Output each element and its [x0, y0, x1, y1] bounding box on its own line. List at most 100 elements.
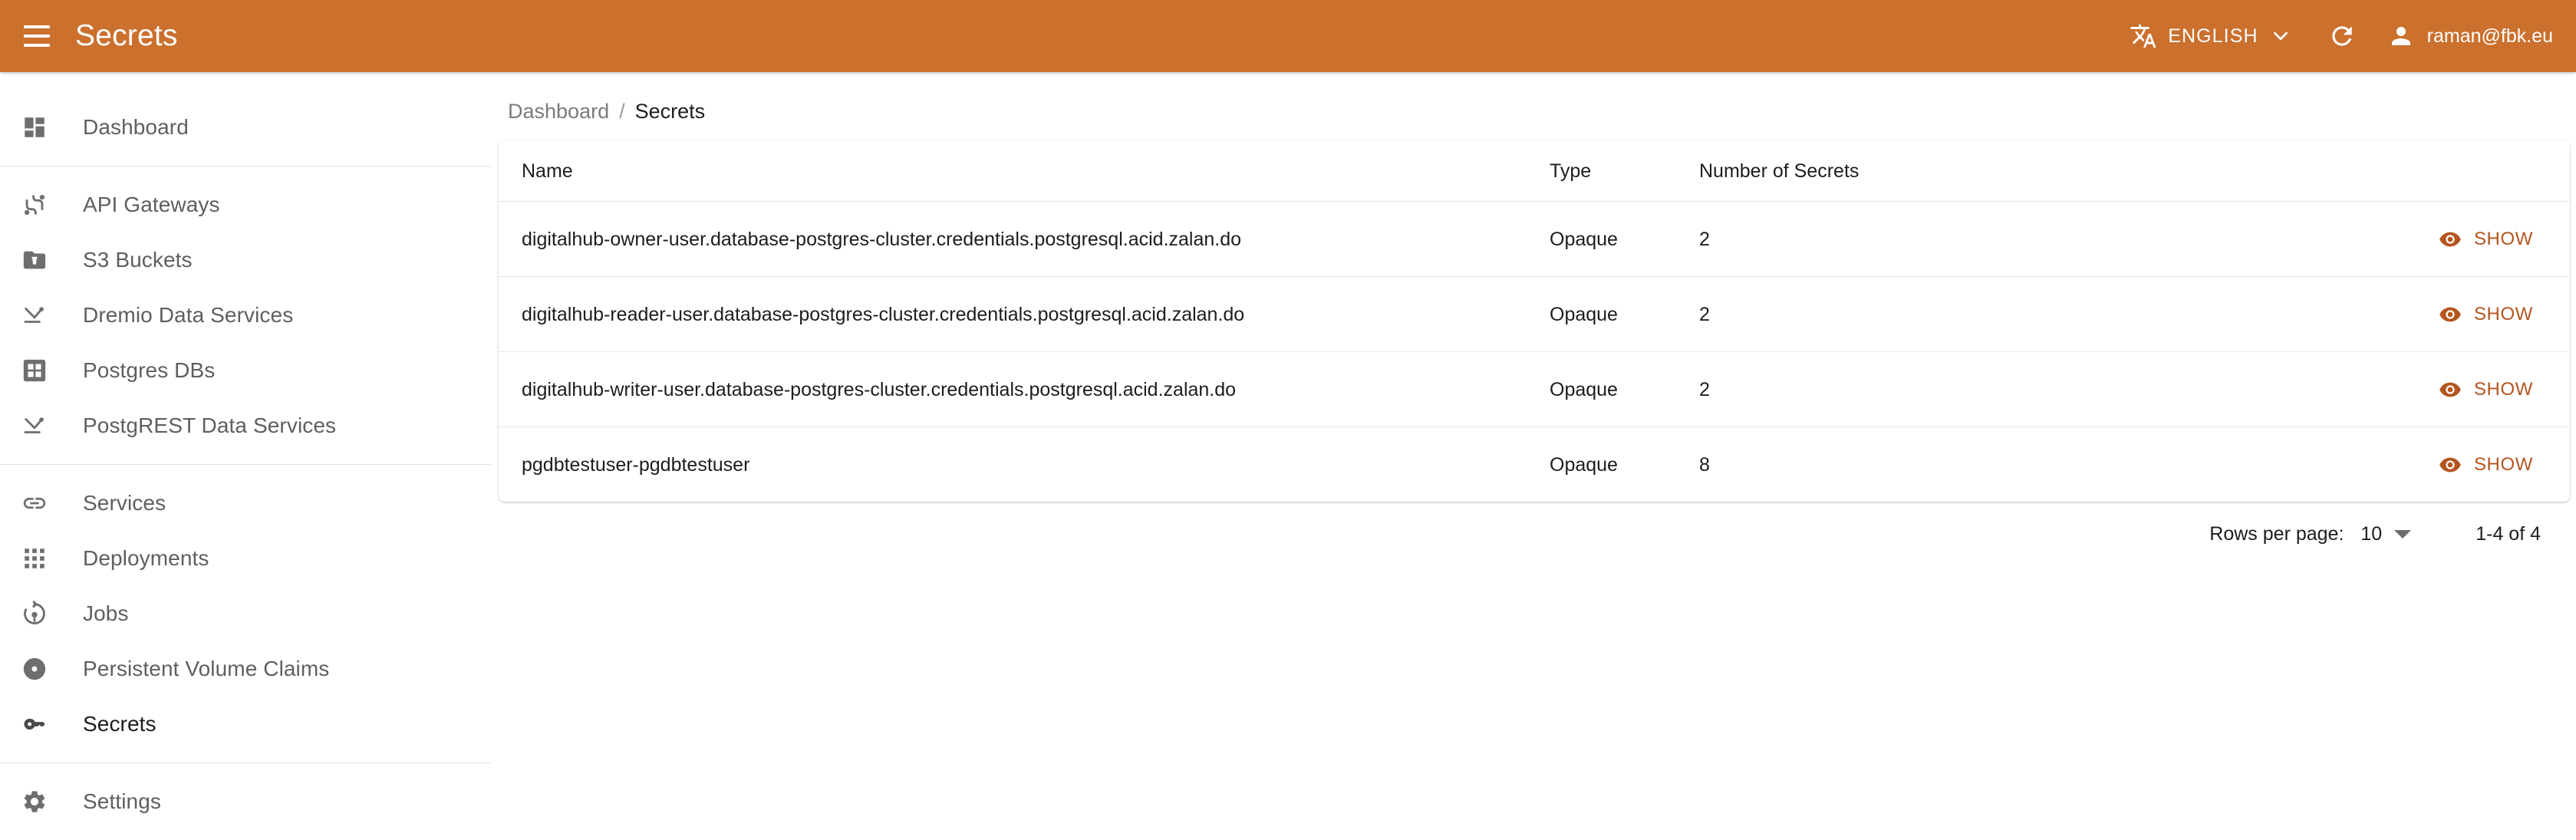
hamburger-line [24, 25, 50, 28]
hamburger-line [24, 35, 50, 38]
sidebar-group-main: Dashboard [0, 89, 491, 166]
cell-secret-name: digitalhub-owner-user.database-postgres-… [499, 202, 1550, 277]
rows-per-page-select[interactable]: 10 [2360, 523, 2411, 545]
cell-secret-type: Opaque [1550, 427, 1699, 502]
column-header-number-of-secrets: Number of Secrets [1699, 140, 2144, 202]
sidebar-item-dashboard[interactable]: Dashboard [0, 100, 491, 155]
table-head: Name Type Number of Secrets [499, 140, 2570, 202]
eye-icon [2439, 303, 2462, 326]
sidebar-item-persistent-volume-claims[interactable]: Persistent Volume Claims [0, 641, 491, 697]
sidebar-item-postgres-dbs[interactable]: Postgres DBs [0, 343, 491, 398]
data-land-arrow-icon [21, 302, 61, 328]
table-row[interactable]: digitalhub-reader-user.database-postgres… [499, 277, 2570, 352]
sidebar-item-label: Services [83, 491, 166, 516]
cell-secret-count: 8 [1699, 427, 2144, 502]
gear-icon [21, 789, 61, 815]
language-label: ENGLISH [2168, 25, 2258, 48]
cell-actions: SHOW [2144, 352, 2570, 427]
breadcrumb-current: Secrets [635, 100, 706, 124]
column-header-actions [2144, 140, 2570, 202]
cell-secret-name: digitalhub-reader-user.database-postgres… [499, 277, 1550, 352]
job-cycle-icon [21, 601, 61, 627]
refresh-icon [2327, 21, 2357, 51]
sidebar: Dashboard API Gateways [0, 72, 491, 833]
cell-secret-name: digitalhub-writer-user.database-postgres… [499, 352, 1550, 427]
main-content: Dashboard / Secrets Name Type Number of … [491, 72, 2576, 833]
column-header-name: Name [499, 140, 1550, 202]
sidebar-item-label: Deployments [83, 546, 209, 571]
table-body: digitalhub-owner-user.database-postgres-… [499, 202, 2570, 502]
table-row[interactable]: digitalhub-owner-user.database-postgres-… [499, 202, 2570, 277]
sidebar-item-label: PostgREST Data Services [83, 413, 336, 438]
eye-icon [2439, 378, 2462, 401]
sidebar-item-dremio-data-services[interactable]: Dremio Data Services [0, 288, 491, 343]
sidebar-item-label: Persistent Volume Claims [83, 657, 329, 681]
sidebar-item-secrets[interactable]: Secrets [0, 697, 491, 752]
rows-per-page-label: Rows per page: [2209, 523, 2344, 545]
grid-table-icon [21, 357, 61, 384]
refresh-button[interactable] [2318, 12, 2366, 60]
sidebar-item-services[interactable]: Services [0, 476, 491, 531]
sidebar-item-label: Settings [83, 789, 161, 814]
show-secret-button[interactable]: SHOW [2433, 223, 2539, 255]
api-gateway-route-icon [21, 192, 61, 218]
sidebar-item-label: API Gateways [83, 193, 220, 217]
sidebar-item-label: Secrets [83, 712, 156, 736]
cell-secret-count: 2 [1699, 202, 2144, 277]
app-bar: Secrets ENGLISH [0, 0, 2576, 72]
sidebar-item-label: Dremio Data Services [83, 303, 293, 328]
sidebar-item-api-gateways[interactable]: API Gateways [0, 177, 491, 232]
sidebar-item-label: Dashboard [83, 115, 189, 140]
sidebar-item-deployments[interactable]: Deployments [0, 531, 491, 586]
hamburger-line [24, 44, 50, 47]
sidebar-item-settings[interactable]: Settings [0, 774, 491, 829]
rows-per-page-value: 10 [2360, 523, 2382, 545]
dashboard-icon [21, 114, 61, 140]
cell-actions: SHOW [2144, 427, 2570, 502]
cell-actions: SHOW [2144, 277, 2570, 352]
show-secret-label: SHOW [2474, 379, 2533, 400]
hamburger-menu-icon[interactable] [21, 21, 52, 51]
chevron-down-icon [2394, 530, 2411, 539]
bucket-folder-icon [21, 247, 61, 273]
translate-icon [2130, 22, 2157, 50]
show-secret-label: SHOW [2474, 304, 2533, 325]
sidebar-group-resources: API Gateways S3 Buckets Dremio Data [0, 166, 491, 464]
pagination-range-label: 1-4 of 4 [2476, 523, 2541, 545]
breadcrumb-separator: / [619, 100, 625, 124]
show-secret-button[interactable]: SHOW [2433, 449, 2539, 481]
user-email-label: raman@fbk.eu [2427, 25, 2553, 48]
chevron-down-icon [2269, 25, 2292, 48]
secrets-table-card: Name Type Number of Secrets digitalhub-o… [499, 140, 2570, 502]
data-land-arrow-icon [21, 413, 61, 439]
show-secret-button[interactable]: SHOW [2433, 298, 2539, 331]
breadcrumb: Dashboard / Secrets [499, 72, 2561, 140]
column-header-type: Type [1550, 140, 1699, 202]
pagination: Rows per page: 10 1-4 of 4 [499, 502, 2561, 545]
table-row[interactable]: digitalhub-writer-user.database-postgres… [499, 352, 2570, 427]
breadcrumb-dashboard-link[interactable]: Dashboard [508, 100, 609, 124]
secrets-table: Name Type Number of Secrets digitalhub-o… [499, 140, 2570, 502]
page-title: Secrets [75, 19, 178, 53]
user-account-button[interactable]: raman@fbk.eu [2387, 22, 2553, 50]
sidebar-group-settings: Settings [0, 763, 491, 840]
show-secret-label: SHOW [2474, 454, 2533, 476]
account-circle-icon [2387, 22, 2415, 50]
key-icon [21, 711, 61, 737]
language-selector[interactable]: ENGLISH [2122, 18, 2299, 54]
table-row[interactable]: pgdbtestuser-pgdbtestuser Opaque 8 SHOW [499, 427, 2570, 502]
sidebar-group-k8s: Services Deployments Jobs [0, 465, 491, 763]
sidebar-item-s3-buckets[interactable]: S3 Buckets [0, 232, 491, 288]
show-secret-label: SHOW [2474, 229, 2533, 250]
link-icon [21, 490, 61, 516]
app-bar-right: ENGLISH raman@fbk.eu [2122, 12, 2576, 60]
sidebar-item-postgrest-data-services[interactable]: PostgREST Data Services [0, 398, 491, 453]
cell-secret-count: 2 [1699, 352, 2144, 427]
app-bar-left: Secrets [0, 19, 178, 53]
show-secret-button[interactable]: SHOW [2433, 374, 2539, 406]
cell-secret-name: pgdbtestuser-pgdbtestuser [499, 427, 1550, 502]
cell-secret-type: Opaque [1550, 277, 1699, 352]
sidebar-item-jobs[interactable]: Jobs [0, 586, 491, 641]
cell-secret-type: Opaque [1550, 202, 1699, 277]
eye-icon [2439, 228, 2462, 251]
